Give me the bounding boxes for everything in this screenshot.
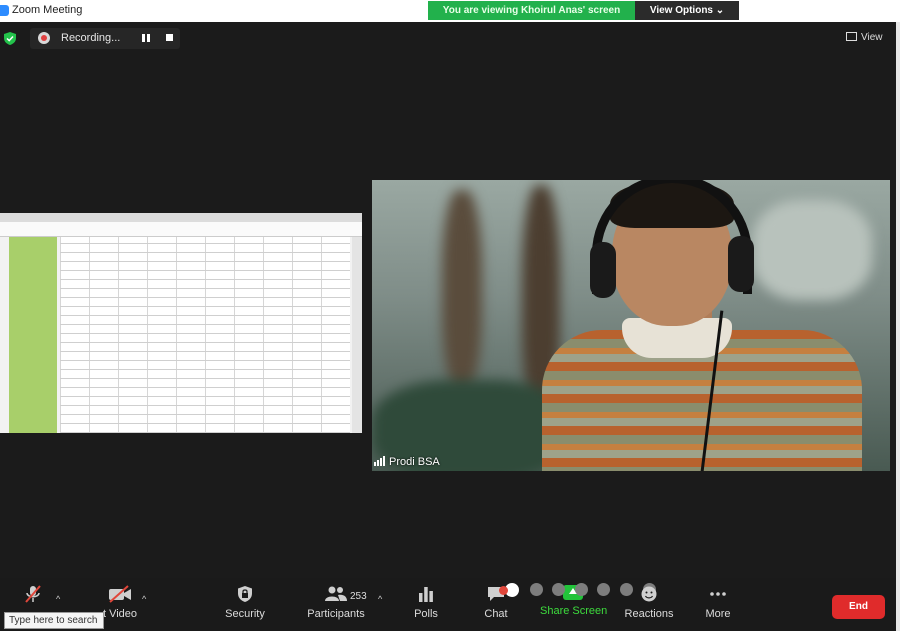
stop-recording-icon[interactable] [166, 34, 173, 41]
shared-address-bar [0, 222, 362, 237]
view-options-button[interactable]: View Options ⌄ [635, 1, 739, 20]
security-button[interactable]: Security [222, 585, 268, 620]
signal-bars-icon [374, 456, 386, 469]
grid-view-icon [846, 32, 857, 41]
shared-browser-tabs [0, 213, 362, 222]
shared-spreadsheet [60, 237, 350, 433]
recording-label: Recording... [61, 32, 121, 44]
security-label: Security [225, 608, 265, 620]
end-meeting-button[interactable]: End [832, 595, 885, 619]
polls-icon [419, 587, 433, 602]
participants-options-caret[interactable]: ^ [378, 594, 382, 604]
window-edge [896, 22, 900, 631]
audio-options-caret[interactable]: ^ [56, 594, 60, 604]
shared-sheet-column-highlight [9, 237, 57, 433]
more-button[interactable]: More [702, 585, 734, 620]
view-layout-label: View [861, 32, 883, 43]
taskbar-search-input[interactable]: Type here to search [4, 612, 104, 629]
participant-name-tag: Prodi BSA [374, 456, 440, 469]
participants-count: 253 [350, 591, 367, 602]
encryption-shield-icon[interactable] [4, 32, 16, 45]
polls-button[interactable]: Polls [410, 585, 442, 620]
participants-label: Participants [307, 608, 365, 620]
shared-screen-tile[interactable] [0, 213, 362, 433]
viewing-screen-banner: You are viewing Khoirul Anas' screen [428, 1, 635, 20]
video-options-caret[interactable]: ^ [142, 594, 146, 604]
share-screen-label: Share Screen [540, 605, 608, 617]
background-window [752, 200, 872, 300]
mute-button[interactable] [18, 585, 48, 608]
headphone-left-cup [590, 242, 616, 298]
video-off-icon [109, 585, 131, 603]
more-label: More [705, 608, 731, 620]
chat-label: Chat [484, 608, 508, 620]
recording-dot-icon [38, 32, 50, 44]
participant-video-tile[interactable] [372, 180, 890, 471]
polls-label: Polls [414, 608, 438, 620]
reactions-smiley-icon [641, 586, 657, 602]
headphone-right-cup [728, 236, 754, 292]
reactions-button[interactable]: Reactions [624, 585, 674, 620]
zoom-logo-icon [0, 5, 9, 16]
security-shield-icon [238, 586, 252, 602]
view-layout-button[interactable]: View [846, 32, 883, 43]
participant-name: Prodi BSA [389, 456, 440, 468]
chat-unread-badge [499, 586, 508, 595]
background-door [442, 190, 482, 390]
pause-recording-icon[interactable] [142, 34, 150, 42]
muted-microphone-icon [25, 585, 41, 603]
more-dots-icon [710, 592, 726, 596]
reactions-label: Reactions [624, 608, 674, 620]
window-title: Zoom Meeting [12, 4, 83, 16]
participants-icon [325, 586, 347, 601]
title-bar: Zoom Meeting You are viewing Khoirul Ana… [0, 0, 900, 22]
shared-scrollbar [352, 237, 362, 433]
